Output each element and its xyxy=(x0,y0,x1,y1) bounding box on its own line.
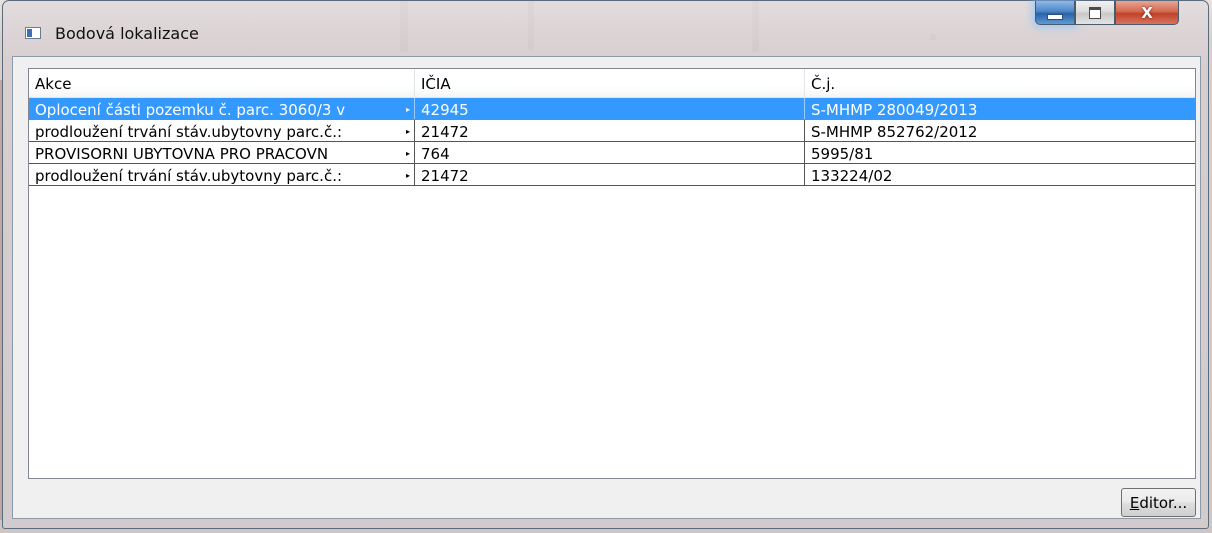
cell-akce: prodloužení trvání stáv.ubytovny parc.č.… xyxy=(29,164,415,185)
cell-akce-text: prodloužení trvání stáv.ubytovny parc.č.… xyxy=(35,166,343,185)
dialog-client-area: Akce IČIA Č.j. Oplocení části pozemku č.… xyxy=(12,56,1201,519)
cell-akce: PROVISORNI UBYTOVNA PRO PRACOVN ▸ xyxy=(29,142,415,163)
cell-cj: S-MHMP 852762/2012 xyxy=(811,122,978,141)
editor-button-mnemonic: E xyxy=(1129,493,1140,512)
truncation-arrow-icon: ▸ xyxy=(405,171,410,180)
minimize-icon xyxy=(1047,13,1063,20)
cell-icia: 764 xyxy=(415,142,805,163)
cell-cj: S-MHMP 280049/2013 xyxy=(811,100,978,119)
maximize-button[interactable] xyxy=(1075,1,1115,25)
table-row[interactable]: prodloužení trvání stáv.ubytovny parc.č.… xyxy=(29,120,1195,142)
title-bar[interactable]: Bodová lokalizace X xyxy=(3,1,1208,53)
list-rows: Oplocení části pozemku č. parc. 3060/3 v… xyxy=(29,98,1195,186)
app-window-icon xyxy=(25,27,41,39)
cell-akce-text: prodloužení trvání stáv.ubytovny parc.č.… xyxy=(35,122,343,141)
column-header-cj[interactable]: Č.j. xyxy=(805,69,1191,97)
cell-cj: 133224/02 xyxy=(811,166,893,185)
truncation-arrow-icon: ▸ xyxy=(405,149,410,158)
close-button[interactable]: X xyxy=(1115,1,1179,25)
cell-icia: 21472 xyxy=(415,164,805,185)
table-row[interactable]: prodloužení trvání stáv.ubytovny parc.č.… xyxy=(29,164,1195,186)
column-header-akce[interactable]: Akce xyxy=(29,69,415,97)
column-header-icia[interactable]: IČIA xyxy=(415,69,805,97)
dialog-window: Bodová lokalizace X Akce IČIA Č.j. Oploc… xyxy=(2,0,1209,529)
editor-button[interactable]: Editor... xyxy=(1121,488,1196,517)
cell-icia: 42945 xyxy=(415,98,805,119)
results-list-view[interactable]: Akce IČIA Č.j. Oplocení části pozemku č.… xyxy=(28,68,1196,479)
minimize-button[interactable] xyxy=(1035,1,1075,25)
truncation-arrow-icon: ▸ xyxy=(405,127,410,136)
cell-akce: prodloužení trvání stáv.ubytovny parc.č.… xyxy=(29,120,415,141)
cell-cj: 5995/81 xyxy=(811,144,874,163)
editor-button-label: ditor... xyxy=(1139,493,1188,512)
truncation-arrow-icon: ▸ xyxy=(405,105,410,114)
table-row[interactable]: Oplocení části pozemku č. parc. 3060/3 v… xyxy=(29,98,1195,120)
cell-akce-text: PROVISORNI UBYTOVNA PRO PRACOVN xyxy=(35,144,329,163)
cell-akce: Oplocení části pozemku č. parc. 3060/3 v… xyxy=(29,98,415,119)
window-title: Bodová lokalizace xyxy=(55,24,199,43)
cell-akce-text: Oplocení části pozemku č. parc. 3060/3 v xyxy=(35,100,346,119)
table-row[interactable]: PROVISORNI UBYTOVNA PRO PRACOVN ▸ 764 5995/… xyxy=(29,142,1195,164)
list-header: Akce IČIA Č.j. xyxy=(29,69,1195,98)
cell-icia: 21472 xyxy=(415,120,805,141)
close-icon: X xyxy=(1141,3,1153,22)
maximize-icon xyxy=(1089,6,1101,19)
